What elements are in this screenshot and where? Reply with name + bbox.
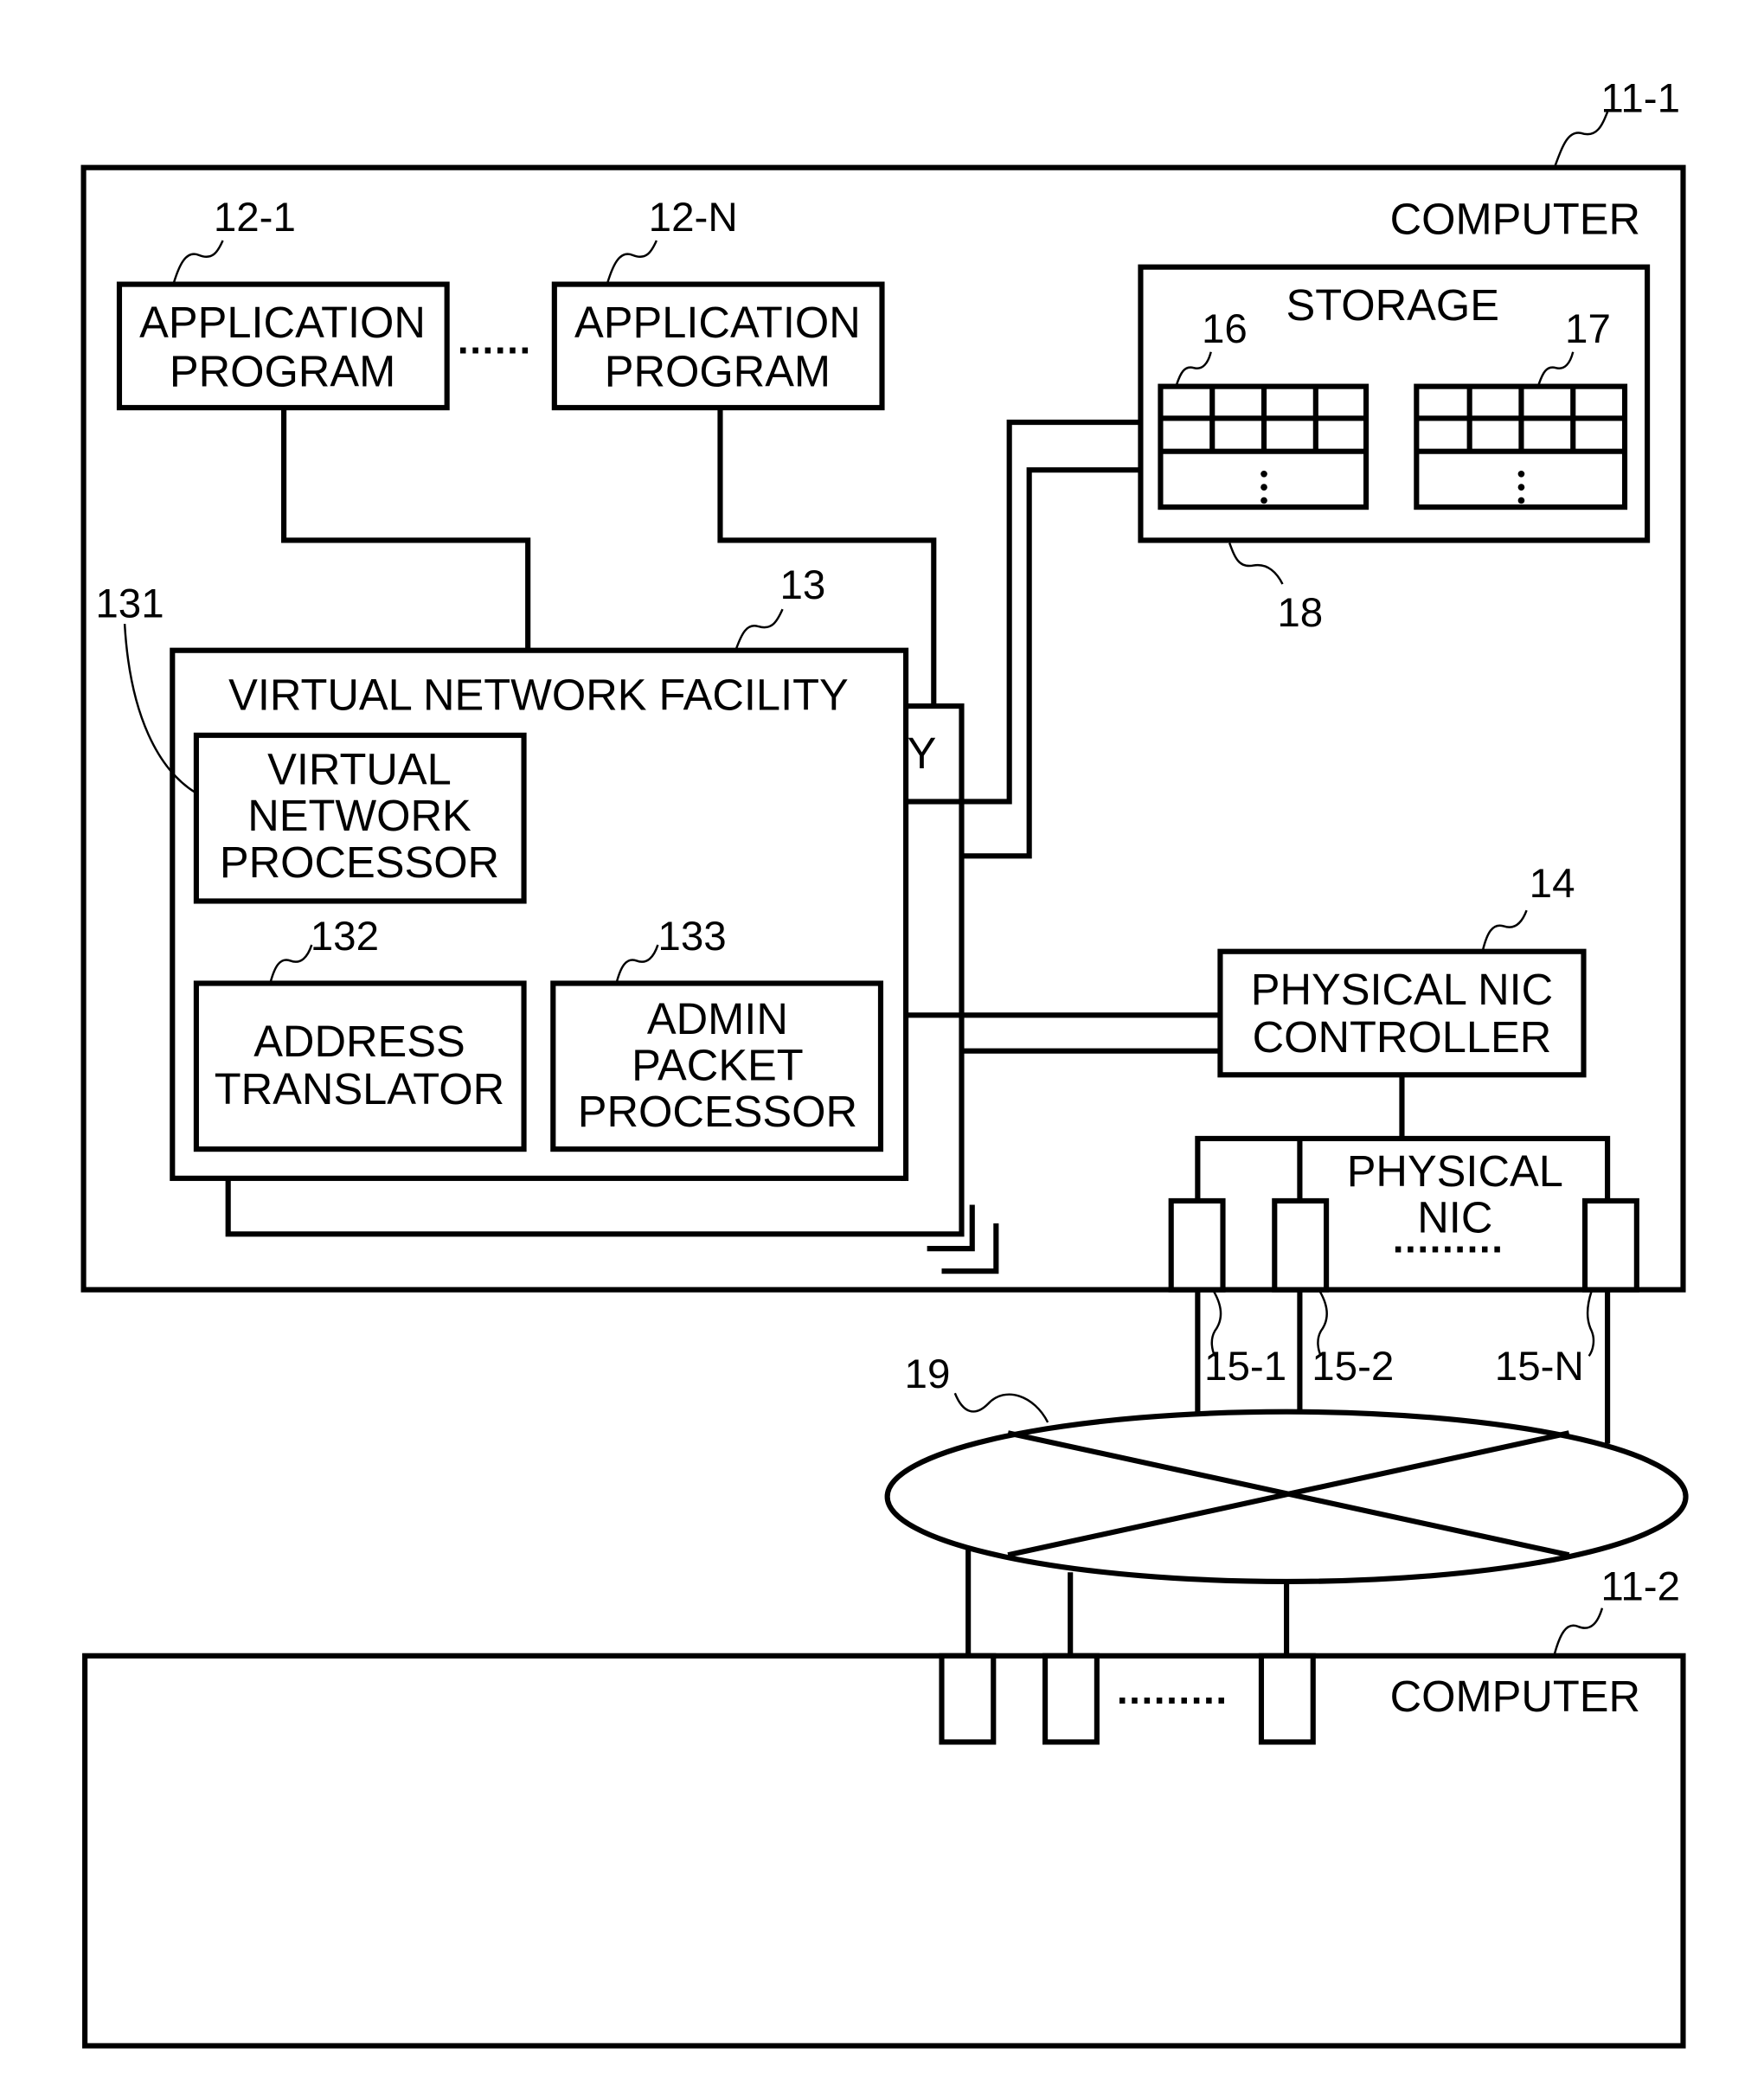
ref-17: 17: [1565, 306, 1611, 352]
svg-text:STORAGE: STORAGE: [1286, 280, 1499, 330]
ref-15-N: 15-N: [1495, 1344, 1584, 1390]
nic-port-15-N: [1581, 1197, 1639, 1293]
svg-text:APPLICATION: APPLICATION: [574, 298, 861, 347]
svg-text:NETWORK: NETWORK: [247, 791, 471, 840]
app-ellipsis: ......: [458, 317, 532, 362]
ref-11-2: 11-2: [1600, 1563, 1680, 1609]
svg-text:CONTROLLER: CONTROLLER: [1253, 1012, 1552, 1062]
ref-19: 19: [905, 1351, 951, 1397]
ref-131: 131: [95, 581, 164, 626]
svg-text:PACKET: PACKET: [632, 1040, 804, 1089]
nic-port-15-2: [1272, 1197, 1330, 1293]
virtual-network-facility-13: VIRTUAL NETWORK FACILITY 13 VIRTUAL NETW…: [95, 562, 909, 1181]
computer-label-top: COMPUTER: [1390, 194, 1640, 243]
ref-14: 14: [1530, 861, 1575, 907]
bottom-nic-port-2: [1042, 1653, 1100, 1745]
svg-text:VIRTUAL: VIRTUAL: [267, 745, 452, 794]
svg-text:PROGRAM: PROGRAM: [605, 347, 831, 396]
svg-text:APPLICATION: APPLICATION: [139, 298, 426, 347]
ref-18: 18: [1277, 590, 1323, 636]
ref-16: 16: [1202, 306, 1248, 352]
computer-11-2: COMPUTER 11-2 .........: [82, 1563, 1686, 2049]
computer-label-bottom: COMPUTER: [1390, 1672, 1640, 1721]
svg-text:ADMIN: ADMIN: [647, 994, 788, 1043]
svg-text:TRANSLATOR: TRANSLATOR: [215, 1064, 504, 1114]
nic-ellipsis: .........: [1393, 1216, 1504, 1261]
ref-12-N: 12-N: [649, 195, 738, 241]
network-diagram: 11-1 COMPUTER APPLICATION PROGRAM 12-1 .…: [80, 75, 1689, 2049]
svg-text:PROCESSOR: PROCESSOR: [220, 838, 499, 887]
svg-text:PROGRAM: PROGRAM: [170, 347, 395, 396]
bottom-port-ellipsis: .........: [1117, 1667, 1228, 1712]
svg-text:PROCESSOR: PROCESSOR: [578, 1087, 857, 1136]
nic-port-15-1: [1168, 1197, 1226, 1293]
ref-15-1: 15-1: [1204, 1344, 1286, 1390]
ref-15-2: 15-2: [1312, 1344, 1394, 1390]
bottom-nic-port-3: [1258, 1653, 1316, 1745]
vnf-stacked-tail: Y: [908, 728, 937, 778]
ref-133: 133: [657, 914, 726, 960]
ref-13: 13: [779, 562, 825, 608]
bottom-nic-port-1: [939, 1653, 997, 1745]
svg-text:PHYSICAL NIC: PHYSICAL NIC: [1251, 965, 1553, 1014]
vnf-label: VIRTUAL NETWORK FACILITY: [228, 671, 849, 720]
svg-text:PHYSICAL: PHYSICAL: [1347, 1146, 1563, 1196]
ref-11-1: 11-1: [1600, 75, 1680, 121]
svg-text:ADDRESS: ADDRESS: [253, 1017, 465, 1066]
ref-12-1: 12-1: [214, 195, 296, 241]
ref-132: 132: [311, 914, 379, 960]
